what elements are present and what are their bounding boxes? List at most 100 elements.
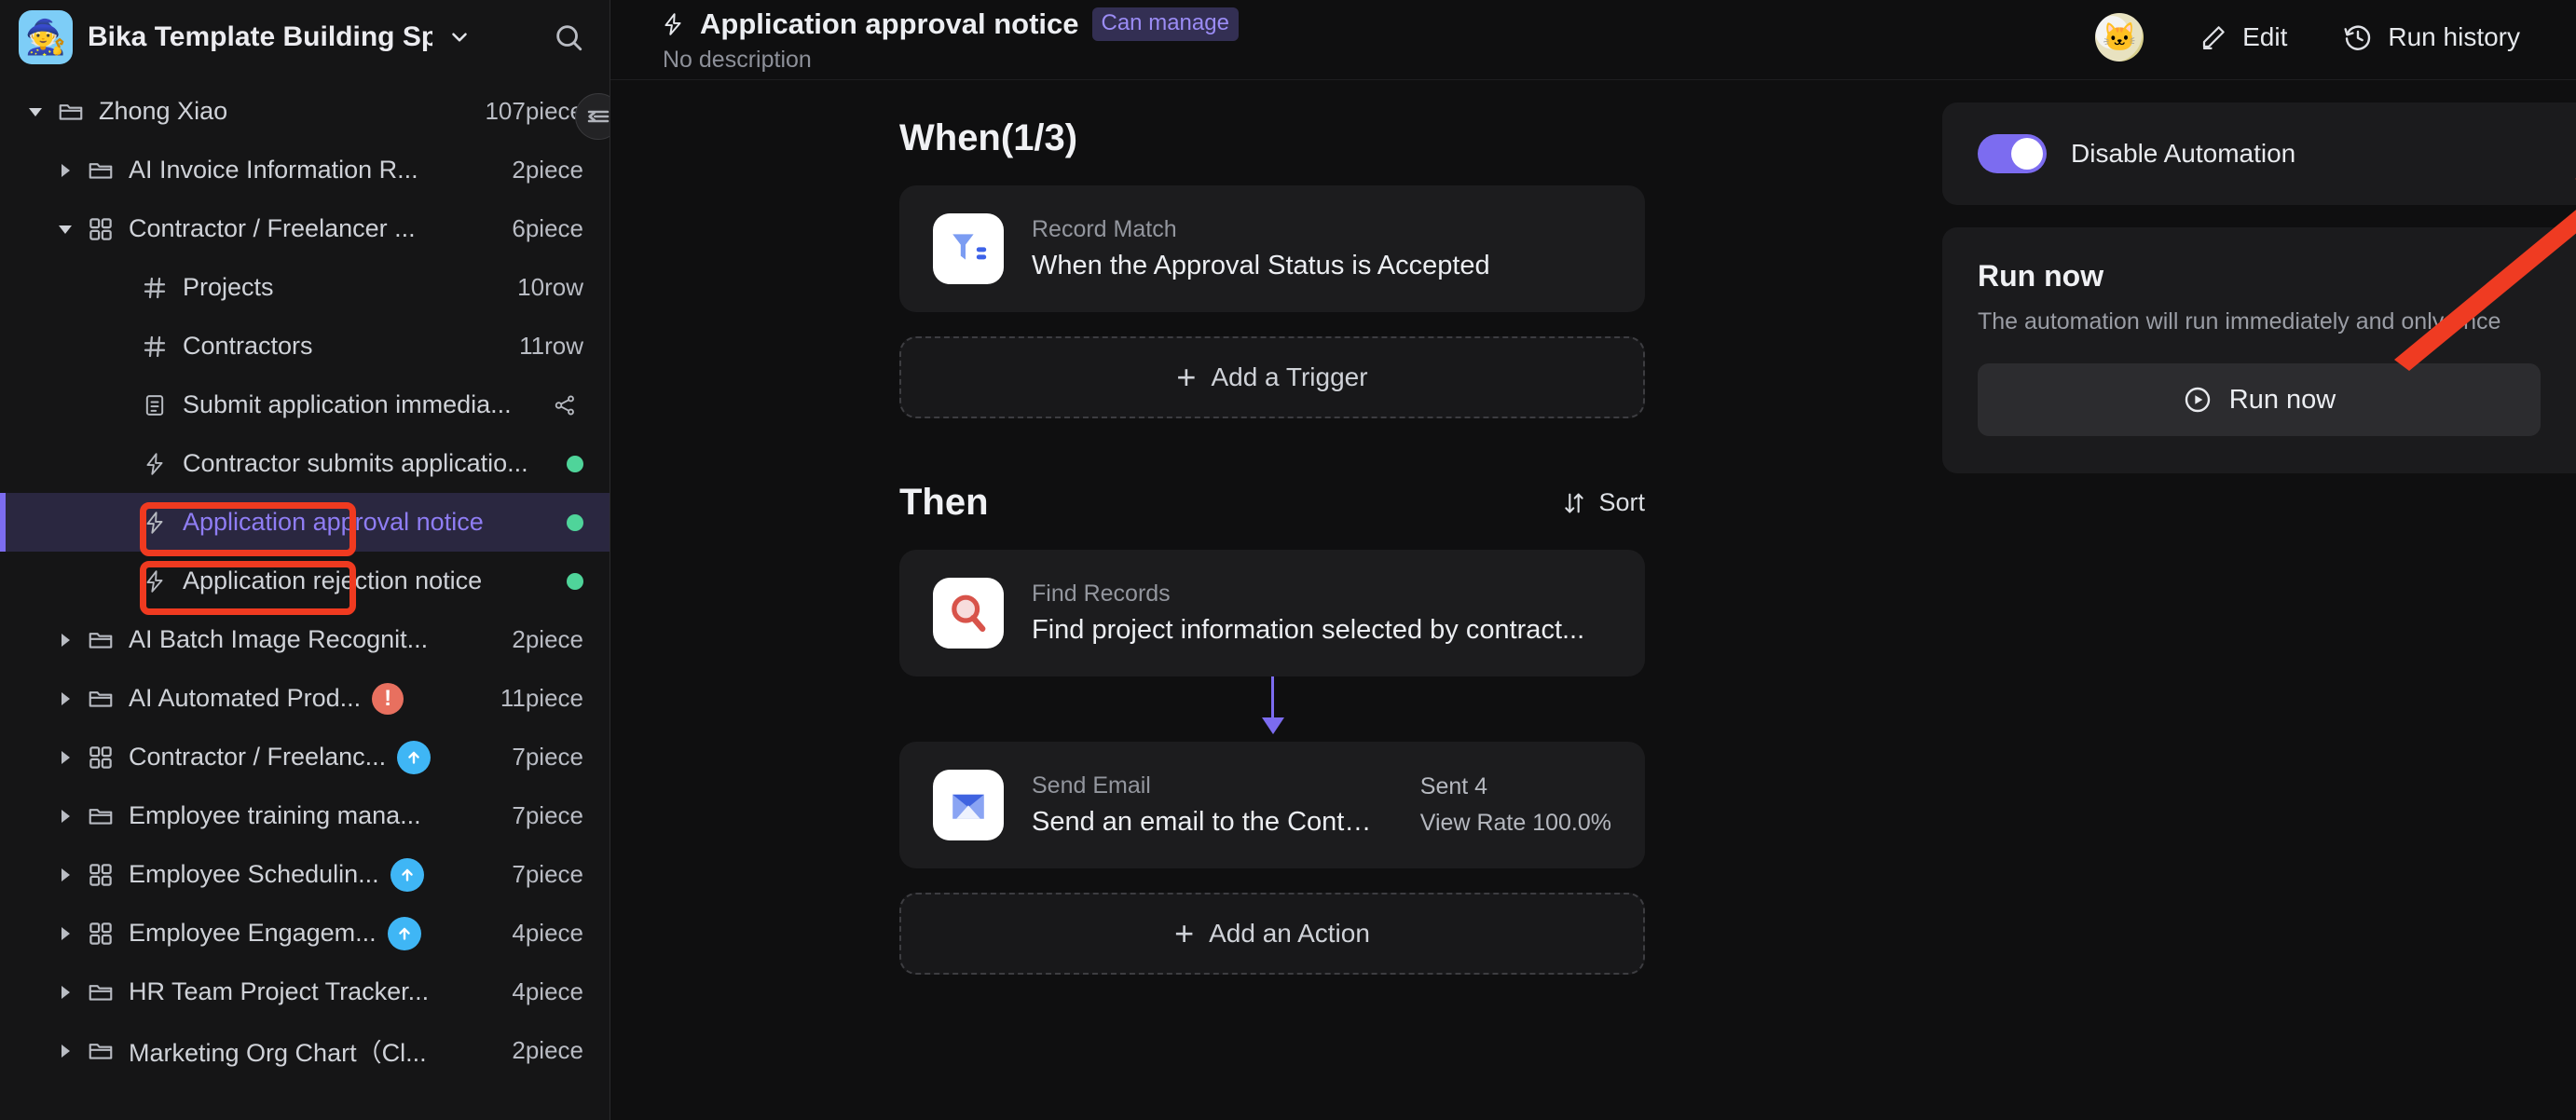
sidebar-item-label: Projects	[183, 273, 274, 301]
then-section-title: Then	[899, 482, 989, 523]
topbar-actions: 🐱 Edit Run history	[2095, 7, 2576, 61]
run-now-button[interactable]: Run now	[1978, 363, 2541, 436]
sidebar-item-employee-engagem[interactable]: Employee Engagem... 4piece	[0, 904, 610, 963]
twisty-toggle[interactable]	[48, 159, 82, 182]
funnel-filter-icon	[933, 213, 1004, 284]
sidebar-item-application-rejection-notice[interactable]: Application rejection notice	[0, 552, 610, 610]
sidebar-tree: Zhong Xiao 107piece AI Invoice Information…	[0, 75, 610, 1080]
play-circle-icon	[2185, 387, 2210, 413]
sidebar-item-label: Employee Engagem...	[129, 919, 377, 947]
sidebar-item-contractor-submits-applicatio[interactable]: Contractor submits applicatio...	[0, 434, 610, 493]
twisty-toggle[interactable]	[19, 101, 52, 123]
sidebar-item-label: Contractor submits applicatio...	[183, 449, 528, 477]
folder-icon	[59, 103, 83, 120]
page-description[interactable]: No description	[659, 47, 1239, 74]
trigger-card-record-match[interactable]: Record Match When the Approval Status is…	[899, 185, 1645, 312]
sidebar-item-zhong-xiao[interactable]: Zhong Xiao 107piece	[0, 82, 610, 141]
folder-icon	[89, 162, 113, 179]
upgrade-badge-icon	[387, 916, 421, 950]
sidebar-item-projects[interactable]: Projects 10row	[0, 258, 610, 317]
sidebar-item-hr-team-project-tracker[interactable]: HR Team Project Tracker... 4piece	[0, 963, 610, 1021]
twisty-collapsed-icon	[62, 867, 70, 881]
content-topbar: Application approval notice Can manage N…	[610, 0, 2576, 80]
action-card-send-email[interactable]: Send Email Send an email to the Contr...…	[899, 742, 1645, 868]
right-panel: Disable Automation Run now The automatio…	[1942, 80, 2576, 473]
twisty-collapsed-icon	[62, 985, 70, 999]
sidebar-item-submit-application-immedia[interactable]: Submit application immedia...	[0, 376, 610, 434]
twisty-collapsed-icon	[62, 1044, 70, 1058]
toggle-knob	[2011, 138, 2043, 170]
cat-avatar[interactable]: 🐱	[2095, 13, 2144, 61]
action-card-title: Find project information selected by con…	[1032, 615, 1585, 645]
workspace-title: Bika Template Building Sp...	[88, 21, 432, 52]
twisty-collapsed-icon	[62, 163, 70, 177]
sidebar-item-count: 6piece	[512, 214, 583, 242]
envelope-icon	[933, 770, 1004, 840]
workspace-avatar: 🧙	[19, 10, 73, 64]
twisty-toggle[interactable]	[48, 981, 82, 1004]
twisty-expanded-icon	[29, 107, 42, 116]
sidebar-item-ai-automated-prod[interactable]: AI Automated Prod...! 11piece	[0, 669, 610, 728]
twisty-expanded-icon	[59, 225, 72, 234]
edit-button-label: Edit	[2242, 22, 2288, 51]
sidebar-item-label: Contractor / Freelanc...	[129, 743, 387, 771]
sidebar-item-employee-training-mana[interactable]: Employee training mana... 7piece	[0, 786, 610, 845]
chevron-down-icon[interactable]	[447, 25, 472, 49]
twisty-toggle[interactable]	[48, 218, 82, 240]
add-action-button[interactable]: + Add an Action	[899, 893, 1645, 975]
automation-flow: When(1/3) Record Match When the Approval…	[899, 117, 1645, 975]
disable-automation-label: Disable Automation	[2071, 139, 2296, 168]
run-now-card: Run now The automation will run immediat…	[1942, 227, 2576, 473]
disable-automation-toggle[interactable]	[1978, 134, 2047, 173]
twisty-toggle[interactable]	[48, 629, 82, 651]
sidebar-item-marketing-org-chart-cl[interactable]: Marketing Org Chart（Cl... 2piece	[0, 1021, 610, 1080]
folder-icon	[89, 808, 113, 825]
app-root: 🧙 Bika Template Building Sp... Zhong Xia…	[0, 0, 2576, 1120]
sidebar-item-application-approval-notice[interactable]: Application approval notice	[0, 493, 610, 552]
upgrade-badge-icon	[397, 740, 432, 774]
share-icon[interactable]	[546, 393, 583, 417]
sidebar-item-count: 7piece	[512, 743, 583, 771]
sidebar-item-contractor-freelanc[interactable]: Contractor / Freelanc... 7piece	[0, 728, 610, 786]
twisty-toggle[interactable]	[48, 1040, 82, 1062]
sidebar-item-count: 2piece	[512, 1036, 583, 1064]
sort-label: Sort	[1598, 488, 1645, 516]
sidebar-item-contractor-freelancer[interactable]: Contractor / Freelancer ... 6piece	[0, 199, 610, 258]
sidebar-item-employee-schedulin[interactable]: Employee Schedulin... 7piece	[0, 845, 610, 904]
sidebar-item-count: 4piece	[512, 919, 583, 947]
warning-badge-icon: !	[372, 682, 404, 715]
action-card-stats: Sent 4 View Rate 100.0%	[1402, 773, 1611, 837]
sidebar-item-label: Marketing Org Chart（Cl...	[129, 1039, 427, 1067]
action-card-subtitle: Find Records	[1032, 580, 1171, 607]
add-trigger-button[interactable]: + Add a Trigger	[899, 336, 1645, 418]
twisty-toggle[interactable]	[48, 805, 82, 827]
topbar-left: Application approval notice Can manage N…	[610, 7, 1239, 74]
sidebar-item-label: Application approval notice	[183, 508, 484, 536]
upgrade-badge-icon	[390, 857, 424, 892]
action-card-subtitle: Send Email	[1032, 772, 1151, 799]
twisty-toggle[interactable]	[48, 688, 82, 710]
sidebar-item-contractors[interactable]: Contractors 11row	[0, 317, 610, 376]
table-icon	[144, 335, 166, 357]
run-history-button[interactable]: Run history	[2343, 22, 2520, 52]
twisty-toggle[interactable]	[48, 922, 82, 945]
action-card-find-records[interactable]: Find Records Find project information se…	[899, 550, 1645, 676]
sort-button[interactable]: Sort	[1561, 488, 1645, 517]
sidebar-item-ai-invoice-information-r[interactable]: AI Invoice Information R... 2piece	[0, 141, 610, 199]
sidebar-item-count: 7piece	[512, 801, 583, 829]
workspace-header[interactable]: 🧙 Bika Template Building Sp...	[0, 0, 610, 75]
sidebar-item-ai-batch-image-recognit[interactable]: AI Batch Image Recognit... 2piece	[0, 610, 610, 669]
twisty-toggle[interactable]	[48, 864, 82, 886]
trigger-card-subtitle: Record Match	[1032, 216, 1177, 242]
search-icon[interactable]	[548, 17, 589, 58]
arrow-down-icon	[1262, 717, 1284, 734]
sidebar-item-label: AI Automated Prod...	[129, 684, 362, 712]
twisty-toggle[interactable]	[48, 746, 82, 769]
grid-icon	[89, 863, 112, 886]
twisty-collapsed-icon	[62, 750, 70, 764]
bolt-icon	[146, 452, 163, 475]
magnifier-icon	[933, 578, 1004, 649]
when-section-title: When(1/3)	[899, 117, 1078, 158]
edit-button[interactable]: Edit	[2199, 22, 2287, 52]
twisty-collapsed-icon	[62, 633, 70, 647]
